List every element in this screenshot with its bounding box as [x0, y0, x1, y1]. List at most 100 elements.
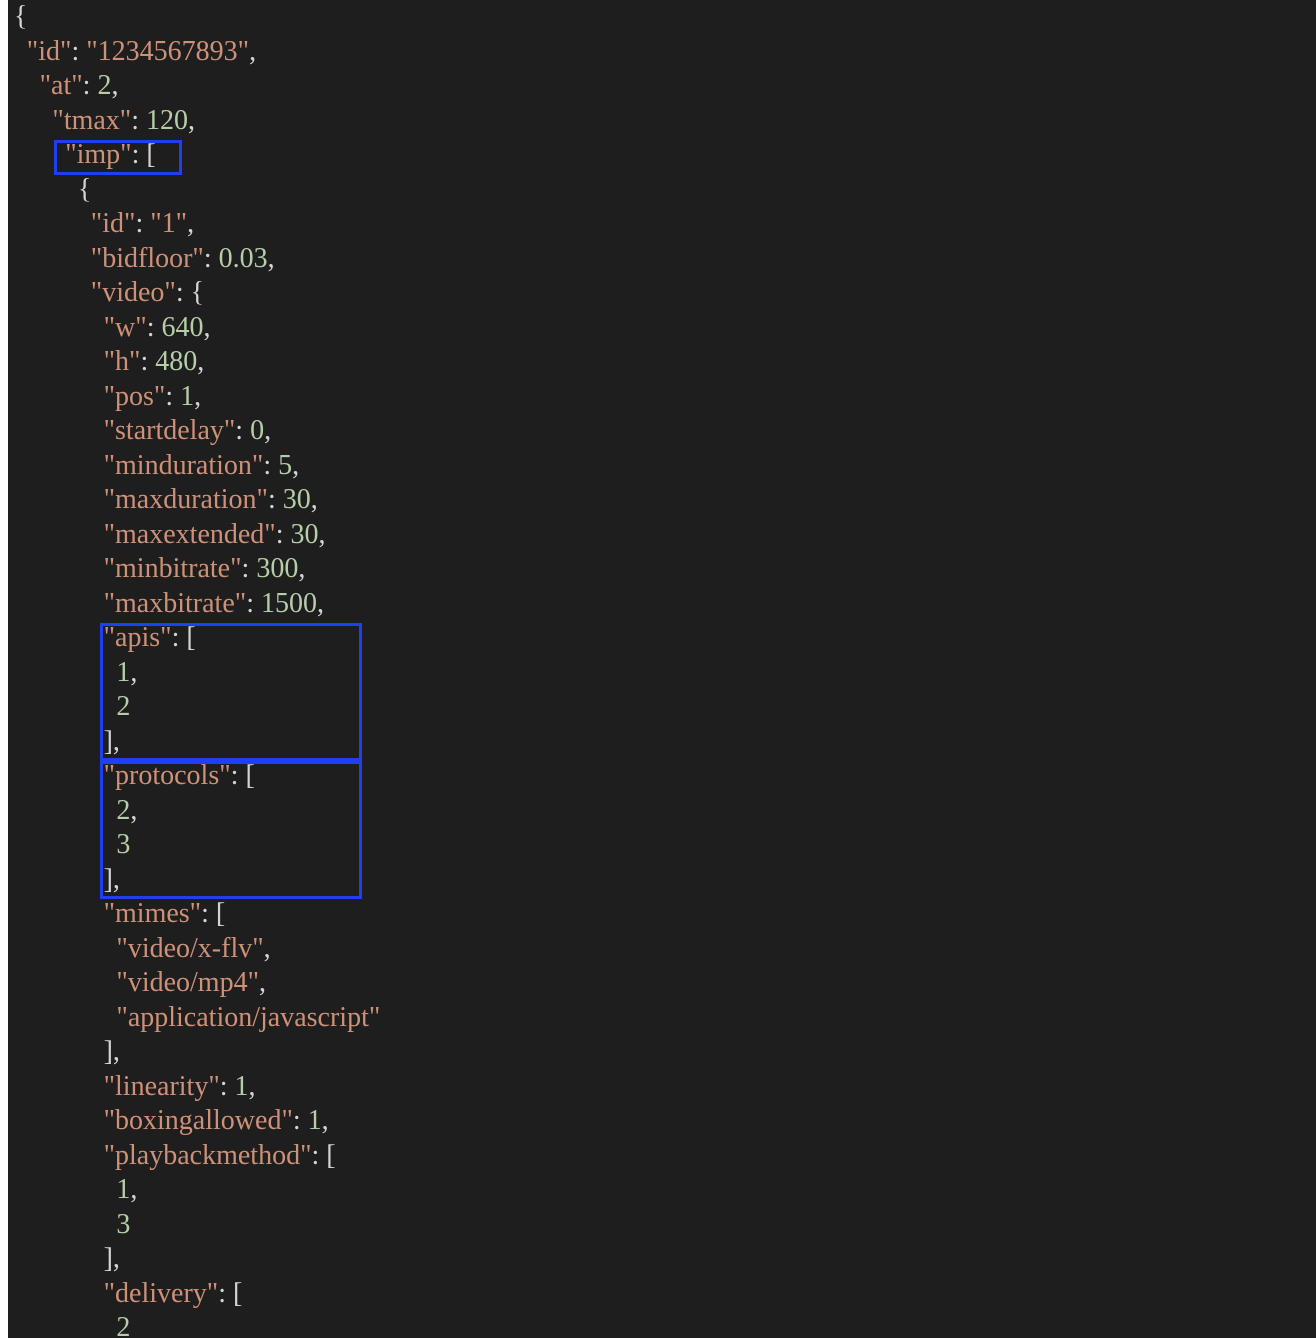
- json-punctuation: :: [71, 35, 87, 67]
- json-key: "mimes": [103, 898, 202, 929]
- json-punctuation: ,: [188, 104, 196, 136]
- json-punctuation: {: [14, 1, 28, 32]
- json-punctuation: ,: [203, 311, 211, 343]
- code-line: "w": 640,: [104, 311, 211, 346]
- json-key: "startdelay": [103, 415, 236, 446]
- json-punctuation: ,: [263, 932, 271, 964]
- code-line: "playbackmethod": [: [104, 1139, 336, 1174]
- json-number: 1: [116, 1174, 131, 1205]
- json-key: "maxduration": [103, 484, 268, 515]
- code-line: "minduration": 5,: [104, 449, 300, 484]
- code-line: 3: [116, 828, 130, 863]
- code-line: "tmax": 120,: [52, 104, 195, 139]
- json-punctuation: :: [131, 104, 147, 136]
- code-line: "protocols": [: [104, 759, 255, 794]
- code-line: 1,: [116, 656, 137, 691]
- json-punctuation: : [: [230, 760, 255, 791]
- code-line: "pos": 1,: [104, 380, 202, 415]
- json-punctuation: ,: [111, 70, 119, 101]
- json-key: "video": [90, 277, 176, 308]
- code-editor[interactable]: {"id": "1234567893", "at": 2, "tmax": 120,…: [8, 0, 1316, 1338]
- json-number: 120: [146, 104, 189, 136]
- code-line: "at": 2,: [40, 69, 119, 104]
- json-punctuation: :: [82, 70, 98, 101]
- json-key: "linearity": [103, 1070, 220, 1102]
- code-line: "h": 480,: [104, 345, 205, 380]
- json-number: 2: [116, 1312, 131, 1338]
- json-punctuation: :: [275, 518, 291, 550]
- json-key: "at": [39, 70, 83, 101]
- json-punctuation: :: [146, 311, 162, 343]
- json-number: 1500: [260, 587, 317, 619]
- code-line: 1,: [116, 1173, 137, 1208]
- json-punctuation: ,: [321, 1105, 329, 1136]
- code-line: ],: [104, 1242, 120, 1277]
- json-string: "1": [150, 208, 188, 239]
- json-punctuation: ,: [248, 1070, 256, 1102]
- code-line: "linearity": 1,: [104, 1070, 256, 1105]
- json-punctuation: : [: [171, 622, 196, 653]
- code-line: "bidfloor": 0.03,: [91, 242, 275, 277]
- json-punctuation: :: [140, 346, 156, 377]
- json-number: 5: [278, 449, 293, 481]
- code-line: "maxduration": 30,: [104, 483, 318, 518]
- code-line: 2: [116, 690, 130, 725]
- code-line: {: [14, 0, 27, 35]
- json-key: "w": [103, 311, 147, 343]
- code-line: ],: [104, 863, 120, 898]
- json-punctuation: ,: [292, 449, 300, 481]
- json-punctuation: :: [241, 553, 257, 584]
- code-line: "mimes": [: [104, 897, 226, 932]
- json-punctuation: :: [135, 208, 151, 239]
- json-punctuation: : [: [218, 1277, 243, 1309]
- json-key: "maxextended": [103, 518, 276, 550]
- json-punctuation: :: [292, 1105, 308, 1136]
- json-key: "boxingallowed": [103, 1105, 293, 1136]
- code-line: "id": "1",: [91, 207, 194, 242]
- code-line: "video": {: [91, 276, 204, 311]
- json-number: 3: [116, 1208, 131, 1240]
- json-number: 1: [180, 380, 195, 412]
- json-key: "protocols": [103, 760, 231, 791]
- json-key: "apis": [103, 622, 172, 653]
- json-punctuation: :: [267, 484, 283, 515]
- json-punctuation: : {: [175, 277, 205, 308]
- code-line: "startdelay": 0,: [104, 414, 271, 449]
- json-punctuation: ,: [298, 553, 306, 584]
- json-number: 30: [290, 518, 319, 550]
- code-line: ],: [104, 725, 120, 760]
- code-line: {: [78, 173, 91, 208]
- code-line: "application/javascript": [116, 1001, 380, 1036]
- code-line: "imp": [: [65, 138, 156, 173]
- json-punctuation: :: [246, 587, 261, 619]
- json-key: "h": [103, 346, 141, 377]
- json-key: "minbitrate": [103, 553, 242, 584]
- json-punctuation: ],: [103, 725, 120, 757]
- json-punctuation: ,: [130, 1174, 138, 1205]
- code-line: 2: [116, 1311, 130, 1338]
- json-number: 2: [97, 70, 112, 101]
- json-key: "minduration": [103, 449, 264, 481]
- json-string: "application/javascript": [116, 1001, 381, 1033]
- code-line: 2,: [116, 794, 137, 829]
- json-string: "1234567893": [86, 35, 250, 67]
- json-key: "delivery": [103, 1277, 219, 1309]
- json-key: "id": [26, 35, 72, 67]
- json-punctuation: : [: [131, 139, 156, 170]
- json-key: "id": [90, 208, 136, 239]
- json-number: 3: [116, 829, 131, 860]
- code-line: "delivery": [: [104, 1277, 243, 1312]
- json-punctuation: ,: [316, 587, 324, 619]
- json-number: 0: [250, 415, 265, 446]
- json-number: 1: [116, 656, 131, 688]
- json-punctuation: ,: [310, 484, 318, 515]
- code-line: "maxextended": 30,: [104, 518, 326, 553]
- json-key: "playbackmethod": [103, 1139, 312, 1171]
- json-number: 300: [256, 553, 299, 584]
- json-punctuation: :: [165, 380, 181, 412]
- json-punctuation: :: [263, 449, 279, 481]
- json-punctuation: ,: [249, 35, 257, 67]
- json-punctuation: ,: [187, 208, 195, 239]
- code-line: ],: [104, 1035, 120, 1070]
- json-punctuation: ],: [103, 863, 120, 895]
